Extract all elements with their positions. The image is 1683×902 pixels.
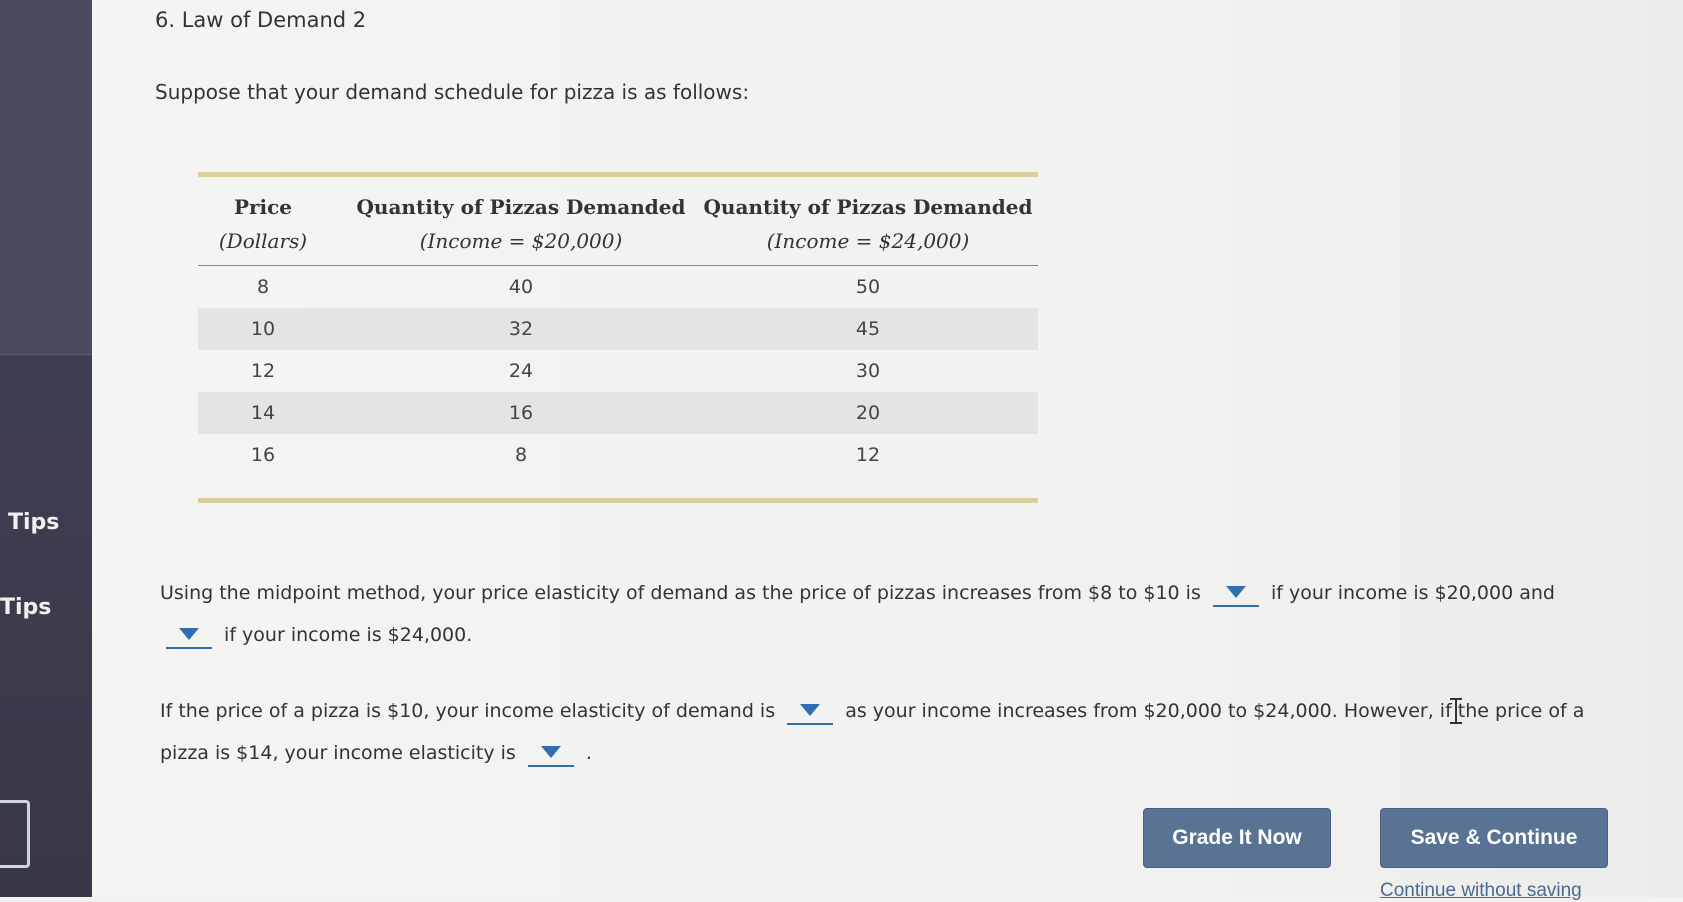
text-cursor-icon bbox=[1450, 698, 1462, 724]
table-row: 10 32 45 bbox=[198, 308, 1038, 350]
sidebar-top-panel bbox=[0, 0, 92, 355]
demand-schedule-table: Price (Dollars) Quantity of Pizzas Deman… bbox=[198, 172, 1038, 503]
continue-without-saving-link[interactable]: Continue without saving bbox=[1380, 880, 1582, 902]
sidebar-box-icon[interactable] bbox=[0, 800, 30, 868]
price-elasticity-24000-dropdown[interactable] bbox=[166, 623, 212, 649]
table-row: 12 24 30 bbox=[250, 360, 881, 382]
question-intro: Suppose that your demand schedule for pi… bbox=[155, 80, 750, 104]
price-elasticity-20000-dropdown[interactable] bbox=[1212, 581, 1259, 607]
save-continue-button[interactable]: Save & Continue bbox=[1380, 808, 1608, 868]
grade-it-now-button[interactable]: Grade It Now bbox=[1143, 808, 1331, 868]
table-header: Price (Dollars) Quantity of Pizzas Deman… bbox=[198, 177, 1038, 266]
header-qty-20000: Quantity of Pizzas Demanded (Income = $2… bbox=[356, 195, 686, 253]
table-row: 14 16 20 bbox=[198, 392, 1038, 434]
sidebar: Tips Tips bbox=[0, 0, 92, 897]
header-qty-24000: Quantity of Pizzas Demanded (Income = $2… bbox=[703, 195, 1033, 253]
income-elasticity-question: If the price of a pizza is $10, your inc… bbox=[160, 690, 1620, 774]
income-elasticity-10-dropdown[interactable] bbox=[787, 699, 834, 725]
header-price: Price (Dollars) bbox=[218, 195, 308, 253]
table-row: 8 40 50 bbox=[256, 276, 881, 298]
income-elasticity-14-dropdown[interactable] bbox=[527, 741, 574, 767]
tips-tab-2[interactable]: Tips bbox=[0, 595, 51, 620]
question-title: 6. Law of Demand 2 bbox=[155, 8, 367, 32]
price-elasticity-question: Using the midpoint method, your price el… bbox=[160, 572, 1610, 656]
table-bottom-rule bbox=[198, 498, 1038, 503]
table-row: 16 8 12 bbox=[250, 444, 881, 466]
tips-tab-1[interactable]: Tips bbox=[8, 510, 59, 535]
